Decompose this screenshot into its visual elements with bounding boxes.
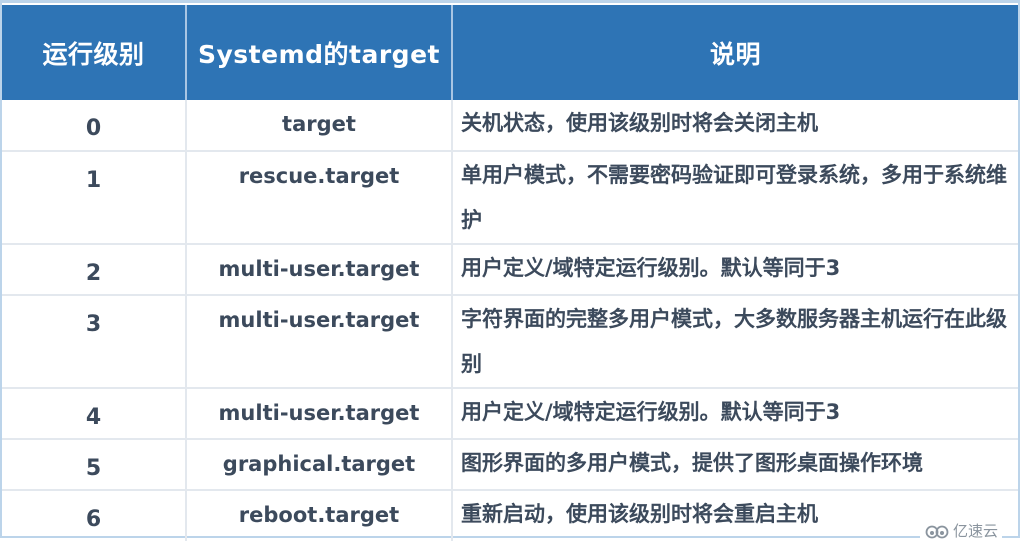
table-row: 2 multi-user.target 用户定义/域特定运行级别。默认等同于3 xyxy=(2,244,1018,296)
watermark: 亿速云 xyxy=(919,520,1002,541)
header-systemd-target: Systemd的target xyxy=(186,5,453,100)
description-cell: 图形界面的多用户模式，提供了图形桌面操作环境 xyxy=(452,439,1018,491)
description-text: 字符界面的完整多用户模式，大多数服务器主机运行在此级别 xyxy=(461,307,1007,376)
table-row: 0 target 关机状态，使用该级别时将会关闭主机 xyxy=(2,100,1018,152)
table-header-row: 运行级别 Systemd的target 说明 xyxy=(2,5,1018,100)
description-cell: 用户定义/域特定运行级别。默认等同于3 xyxy=(452,244,1018,296)
watermark-text: 亿速云 xyxy=(952,522,998,540)
target-cell: rescue.target xyxy=(186,151,453,245)
description-cell: 字符界面的完整多用户模式，大多数服务器主机运行在此级别 xyxy=(452,295,1018,389)
description-cell: 用户定义/域特定运行级别。默认等同于3 xyxy=(452,388,1018,440)
cloud-logo-icon xyxy=(924,523,950,539)
runlevel-cell: 4 xyxy=(2,388,187,440)
description-cell: 关机状态，使用该级别时将会关闭主机 xyxy=(452,100,1018,152)
table-row: 5 graphical.target 图形界面的多用户模式，提供了图形桌面操作环… xyxy=(2,439,1018,491)
description-text: 用户定义/域特定运行级别。默认等同于3 xyxy=(461,256,841,280)
target-cell: multi-user.target xyxy=(186,295,453,389)
description-text: 单用户模式，不需要密码验证即可登录系统，多用于系统维护 xyxy=(461,163,1007,232)
description-text: 图形界面的多用户模式，提供了图形桌面操作环境 xyxy=(461,451,923,475)
runlevel-cell: 0 xyxy=(2,100,187,152)
runlevel-cell: 6 xyxy=(2,490,187,541)
runlevel-cell: 3 xyxy=(2,295,187,389)
target-cell: multi-user.target xyxy=(186,388,453,440)
target-cell: multi-user.target xyxy=(186,244,453,296)
target-cell: reboot.target xyxy=(186,490,453,541)
target-cell: target xyxy=(186,100,453,152)
target-cell: graphical.target xyxy=(186,439,453,491)
table-row: 1 rescue.target 单用户模式，不需要密码验证即可登录系统，多用于系… xyxy=(2,151,1018,245)
table-row: 4 multi-user.target 用户定义/域特定运行级别。默认等同于3 xyxy=(2,388,1018,440)
runlevel-table: 运行级别 Systemd的target 说明 0 target 关机状态，使用该… xyxy=(2,5,1018,541)
table-row: 6 reboot.target 重新启动，使用该级别时将会重启主机 xyxy=(2,490,1018,541)
table-row: 3 multi-user.target 字符界面的完整多用户模式，大多数服务器主… xyxy=(2,295,1018,389)
header-description: 说明 xyxy=(452,5,1018,100)
runlevel-cell: 1 xyxy=(2,151,187,245)
header-runlevel: 运行级别 xyxy=(2,5,187,100)
description-text: 关机状态，使用该级别时将会关闭主机 xyxy=(461,111,818,135)
runlevel-cell: 2 xyxy=(2,244,187,296)
runlevel-cell: 5 xyxy=(2,439,187,491)
description-text: 用户定义/域特定运行级别。默认等同于3 xyxy=(461,400,841,424)
description-cell: 单用户模式，不需要密码验证即可登录系统，多用于系统维护 xyxy=(452,151,1018,245)
